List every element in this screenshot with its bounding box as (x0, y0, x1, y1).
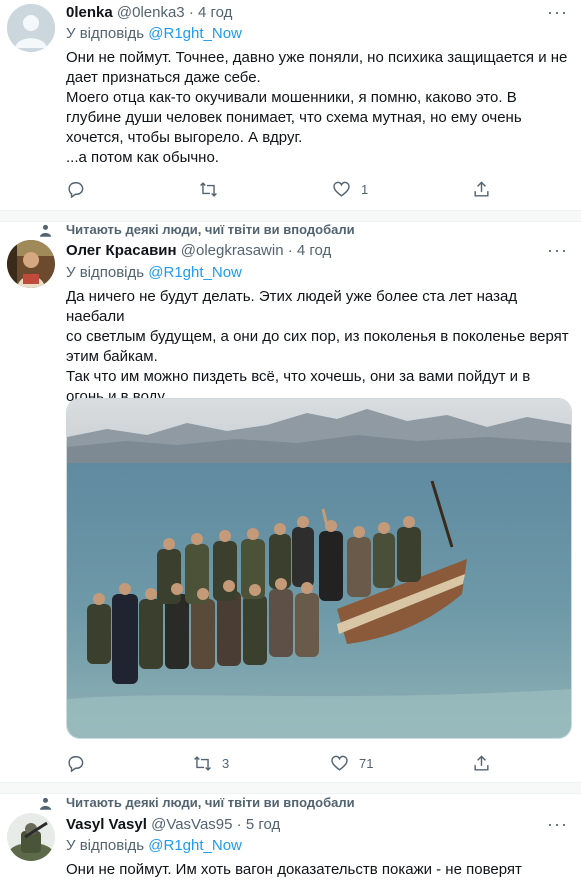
tweet-header: Vasyl Vasyl @VasVas95 · 5 год (66, 815, 541, 835)
text-line: Они не поймут. Им хоть вагон доказательс… (66, 861, 522, 878)
dot-separator: · (287, 242, 293, 259)
share-icon (474, 754, 489, 771)
share-button[interactable] (472, 177, 491, 201)
user-photo-icon (7, 813, 55, 861)
tweet-header: Олег Красавин @olegkrasawin · 4 год (66, 241, 541, 261)
display-name[interactable]: Олег Красавин (66, 242, 177, 259)
tweet-vasvas95[interactable]: Читають деякі люди, чиї твіти ви вподоба… (0, 795, 581, 885)
tweet-olegkrasawin[interactable]: Читають деякі люди, чиї твіти ви вподоба… (0, 222, 581, 790)
reply-to-handle[interactable]: @R1ght_Now (148, 264, 242, 281)
retweet-count: 3 (222, 755, 230, 771)
text-line: дает признаться даже себе. (66, 69, 261, 86)
reply-to-handle[interactable]: @R1ght_Now (148, 837, 242, 854)
more-icon[interactable]: ··· (547, 241, 567, 264)
display-name[interactable]: Vasyl Vasyl (66, 816, 147, 833)
more-icon[interactable]: ··· (547, 3, 567, 26)
like-count: 1 (361, 181, 369, 197)
display-name[interactable]: 0lenka (66, 4, 113, 21)
person-icon (39, 797, 52, 810)
retweet-button[interactable] (199, 177, 228, 201)
dot-separator: · (188, 4, 194, 21)
photo-image (67, 399, 571, 738)
tweet-separator (0, 210, 581, 222)
tweet-photo[interactable] (66, 398, 572, 739)
timestamp[interactable]: 4 год (198, 4, 232, 21)
text-line: Да ничего не будут делать. Этих людей уж… (66, 288, 518, 325)
user-handle[interactable]: @olegkrasawin (181, 242, 284, 259)
retweet-icon (200, 181, 217, 197)
reply-context: У відповідь @R1ght_Now (66, 24, 242, 44)
tweet-0lenka[interactable]: 0lenka @0lenka3 · 4 год ··· У відповідь … (0, 0, 581, 212)
default-avatar-icon (7, 4, 55, 52)
text-line: Они не поймут. Точнее, давно уже поняли,… (66, 49, 568, 66)
text-line: Так что им можно пиздеть всё, что хочешь… (66, 368, 531, 385)
heart-icon (331, 755, 348, 771)
like-count: 71 (359, 755, 374, 771)
reply-prefix: У відповідь (66, 25, 145, 42)
user-handle[interactable]: @0lenka3 (117, 4, 185, 21)
text-line: этим байкам. (66, 348, 158, 365)
text-line: со светлым будущем, а они до сих пор, из… (66, 328, 569, 345)
action-bar: 1 (60, 177, 500, 201)
text-line: глубине души человек понимает, что схема… (66, 109, 522, 126)
reply-to-handle[interactable]: @R1ght_Now (148, 25, 242, 42)
tweet-text: Они не поймут. Им хоть вагон доказательс… (66, 860, 576, 880)
avatar[interactable] (7, 4, 55, 52)
social-context-text: Читають деякі люди, чиї твіти ви вподоба… (66, 795, 355, 810)
text-line: Моего отца как-то окучивали мошенники, я… (66, 89, 517, 106)
reply-icon (68, 181, 84, 198)
reply-prefix: У відповідь (66, 264, 145, 281)
social-context[interactable]: Читають деякі люди, чиї твіти ви вподоба… (38, 795, 355, 811)
like-button[interactable]: 1 (332, 177, 368, 201)
tweet-header: 0lenka @0lenka3 · 4 год (66, 3, 541, 23)
retweet-button[interactable]: 3 (193, 751, 229, 775)
text-line: ...а потом как обычно. (66, 149, 219, 166)
reply-prefix: У відповідь (66, 837, 145, 854)
share-button[interactable] (472, 751, 491, 775)
like-button[interactable]: 71 (330, 751, 373, 775)
user-photo-icon (7, 240, 55, 288)
dot-separator: · (236, 816, 242, 833)
share-icon (474, 180, 489, 197)
tweet-text: Да ничего не будут делать. Этих людей уж… (66, 287, 576, 407)
timestamp[interactable]: 4 год (297, 242, 331, 259)
action-bar: 3 71 (60, 751, 500, 775)
person-icon (39, 224, 52, 237)
social-context[interactable]: Читають деякі люди, чиї твіти ви вподоба… (38, 222, 355, 238)
retweet-icon (194, 755, 211, 771)
heart-icon (333, 181, 350, 197)
social-context-text: Читають деякі люди, чиї твіти ви вподоба… (66, 222, 355, 237)
tweet-separator (0, 782, 581, 794)
reply-button[interactable] (66, 751, 95, 775)
text-line: хочется, чтобы выгорело. А вдруг. (66, 129, 303, 146)
reply-icon (68, 755, 84, 772)
reply-button[interactable] (66, 177, 95, 201)
reply-context: У відповідь @R1ght_Now (66, 263, 242, 283)
user-handle[interactable]: @VasVas95 (151, 816, 232, 833)
avatar[interactable] (7, 240, 55, 288)
tweet-text: Они не поймут. Точнее, давно уже поняли,… (66, 48, 576, 168)
more-icon[interactable]: ··· (547, 815, 567, 838)
timestamp[interactable]: 5 год (246, 816, 280, 833)
avatar[interactable] (7, 813, 55, 861)
reply-context: У відповідь @R1ght_Now (66, 836, 242, 856)
